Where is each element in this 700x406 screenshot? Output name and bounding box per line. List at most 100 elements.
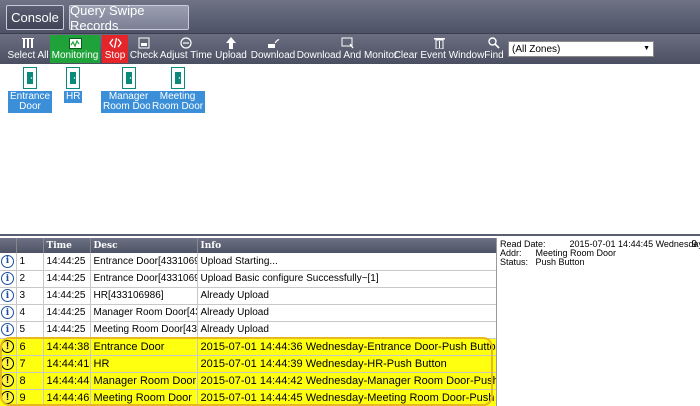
zone-select[interactable]: (All Zones) ▼: [508, 41, 654, 57]
cell-no: 5: [16, 321, 44, 339]
cell-no: 4: [16, 304, 44, 322]
download-icon: [266, 36, 280, 50]
table-row[interactable]: i514:44:25Meeting Room Door[43310Already…: [0, 321, 496, 339]
cell-time: 14:44:25: [43, 270, 91, 288]
cell-time: 14:44:38: [43, 338, 91, 356]
door-meeting-room[interactable]: Meeting Room Door: [150, 67, 206, 113]
detail-status: Status: Push Button: [500, 257, 585, 267]
warning-icon: !: [1, 340, 14, 353]
chevron-down-icon: ▼: [643, 45, 650, 52]
cell-desc: Entrance Door[433106986]: [90, 270, 198, 288]
info-icon: i: [1, 289, 14, 302]
cell-info: Upload Starting...: [197, 253, 496, 271]
tab-console[interactable]: Console: [6, 5, 64, 30]
cell-desc: Entrance Door: [90, 338, 198, 356]
table-row[interactable]: ! 7 14:44:41 HR 2015-07-01 14:44:39 Wednesda…: [0, 355, 496, 373]
warning-icon: !: [1, 357, 14, 370]
warning-icon: !: [1, 391, 14, 404]
column-header-no[interactable]: [16, 238, 44, 253]
cell-no: 3: [16, 287, 44, 305]
cell-time: 14:44:46: [43, 389, 91, 406]
stop-icon: [108, 36, 122, 50]
door-manager-room[interactable]: Manager Room Door: [101, 67, 157, 113]
door-label: Meeting Room Door: [150, 91, 206, 113]
cell-time: 14:44:25: [43, 321, 91, 339]
cell-info: 2015-07-01 14:44:45 Wednesday-Meeting Ro…: [197, 389, 496, 406]
cell-desc: Entrance Door[433106986]: [90, 253, 198, 271]
door-hr[interactable]: HR: [64, 67, 83, 103]
clear-event-window-button[interactable]: Clear Event Window: [394, 35, 484, 63]
cell-time: 14:44:25: [43, 253, 91, 271]
trash-icon: [432, 36, 446, 50]
cell-info: Already Upload: [197, 287, 496, 305]
clock-icon: [179, 36, 193, 50]
cell-no: 6: [16, 338, 44, 356]
cell-no: 9: [16, 389, 44, 406]
monitoring-button[interactable]: Monitoring: [50, 35, 100, 63]
check-icon: [137, 36, 151, 50]
cell-no: 7: [16, 355, 44, 373]
cell-time: 14:44:44: [43, 372, 91, 390]
adjust-time-button[interactable]: Adjust Time: [160, 35, 212, 63]
cell-no: 2: [16, 270, 44, 288]
cell-info: Already Upload: [197, 321, 496, 339]
cell-desc: Manager Room Door[43310: [90, 304, 198, 322]
cell-info: 2015-07-01 14:44:36 Wednesday-Entrance D…: [197, 338, 496, 356]
cell-info: Already Upload: [197, 304, 496, 322]
cell-info: 2015-07-01 14:44:42 Wednesday-Manager Ro…: [197, 372, 496, 390]
door-icon: [170, 67, 185, 89]
info-icon: i: [1, 254, 14, 268]
cell-desc: HR: [90, 355, 198, 373]
find-button[interactable]: Find: [484, 35, 504, 63]
column-header-info[interactable]: Info: [197, 238, 496, 253]
door-label: Entrance Door: [8, 91, 53, 113]
door-icon: [23, 67, 38, 89]
cell-no: 8: [16, 372, 44, 390]
download-button[interactable]: Download: [251, 35, 295, 63]
column-header-icon[interactable]: [0, 238, 17, 253]
info-icon: i: [1, 323, 14, 336]
door-panel: Entrance Door HR Manager Room Door Meeting…: [0, 64, 700, 236]
cell-no: 1: [16, 253, 44, 271]
upload-arrow-icon: [224, 36, 238, 50]
stop-button[interactable]: Stop: [102, 35, 128, 63]
cell-desc: Meeting Room Door[43310: [90, 321, 198, 339]
event-log-table[interactable]: Time Desc Info i 1 14:44:25 Entrance Door[4…: [0, 238, 497, 406]
select-all-icon: [21, 36, 35, 50]
cell-desc: Manager Room Door: [90, 372, 198, 390]
info-icon: i: [1, 306, 14, 319]
check-button[interactable]: Check: [130, 35, 158, 63]
door-label: HR: [64, 91, 83, 103]
cell-desc: HR[433106986]: [90, 287, 198, 305]
cell-info: Upload Basic configure Successfully~[1]: [197, 270, 496, 288]
upload-button[interactable]: Upload: [215, 35, 247, 63]
select-all-button[interactable]: Select All: [7, 35, 49, 63]
top-tab-bar: Console Query Swipe Records: [0, 0, 700, 34]
table-header: Time Desc Info: [0, 238, 496, 253]
column-header-time[interactable]: Time: [43, 238, 91, 253]
table-row[interactable]: ! 9 14:44:46 Meeting Room Door 2015-07-01 14…: [0, 389, 496, 406]
cell-time: 14:44:41: [43, 355, 91, 373]
column-header-desc[interactable]: Desc: [90, 238, 198, 253]
table-row[interactable]: i414:44:25Manager Room Door[43310Already…: [0, 304, 496, 322]
cell-time: 14:44:25: [43, 287, 91, 305]
table-row[interactable]: i114:44:25Entrance Door[433106986]Upload…: [0, 253, 496, 271]
cell-desc: Meeting Room Door: [90, 389, 198, 406]
warning-icon: !: [1, 374, 14, 387]
door-entrance[interactable]: Entrance Door: [8, 67, 53, 113]
cell-time: 14:44:25: [43, 304, 91, 322]
cell-info: 2015-07-01 14:44:39 Wednesday-HR-Push Bu…: [197, 355, 496, 373]
event-detail-panel: 9 Read Date: 2015-07-01 14:44:45 Wednesd…: [498, 238, 700, 406]
table-row[interactable]: ! 6 14:44:38 Entrance Door 2015-07-01 14:44:…: [0, 338, 496, 356]
tab-query-swipe-records[interactable]: Query Swipe Records: [69, 3, 189, 33]
table-row[interactable]: ! 8 14:44:44 Manager Room Door 2015-07-01 14…: [0, 372, 496, 390]
door-icon: [121, 67, 136, 89]
table-row[interactable]: i 3 14:44:25 HR[433106986] Already Upload: [0, 287, 496, 305]
info-icon: i: [1, 272, 14, 285]
monitor-icon: [68, 36, 82, 50]
search-icon: [487, 36, 501, 50]
table-row[interactable]: i214:44:25Entrance Door[433106986]Upload…: [0, 270, 496, 288]
download-monitor-icon: [340, 36, 354, 50]
door-icon: [66, 67, 81, 89]
download-and-monitor-button[interactable]: Download And Monitor: [297, 35, 397, 63]
